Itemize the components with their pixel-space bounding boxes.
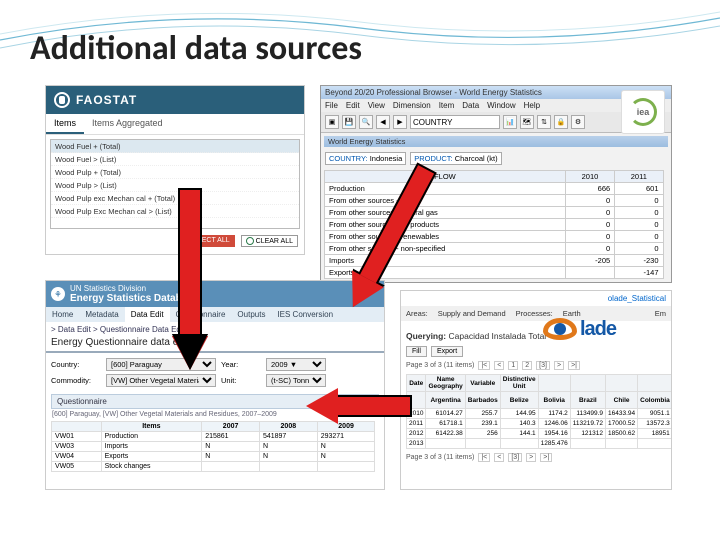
breadcrumb: > Data Edit > Questionnaire Data Edit [46,322,384,337]
dim-product[interactable]: PRODUCT: Charcoal (kt) [410,152,501,165]
window-titlebar: Beyond 20/20 Professional Browser - Worl… [321,86,671,99]
menu-dimension[interactable]: Dimension [393,101,431,110]
list-item[interactable]: Wood Fuel > (List) [51,153,299,166]
table-row: VW03ImportsNNN [52,442,375,452]
faostat-header: FAOSTAT [46,86,304,114]
export-button[interactable]: Export [431,346,463,357]
table-row: 201261422.38256144.11954.1612131218500.6… [407,429,673,439]
table-row: 201061014.27255.7144.951174.2113499.9164… [407,409,673,419]
search-icon[interactable]: 🔍 [359,115,373,129]
faostat-tabs: Items Items Aggregated [46,114,304,135]
open-icon[interactable]: ▣ [325,115,339,129]
page-heading: Energy Questionnaire data edit [46,337,384,353]
tab-metadata[interactable]: Metadata [79,307,124,322]
map-icon[interactable]: 🗺 [520,115,534,129]
menu-item[interactable]: Item [439,101,455,110]
refresh-icon [246,237,254,245]
dimension-input[interactable] [410,115,500,129]
unit-select[interactable]: (t-SC) Tonn [266,374,326,387]
commodity-label: Commodity: [51,376,101,385]
list-item[interactable]: Wood Pulp + (Total) [51,166,299,179]
un-logo-icon: ⚘ [51,287,65,301]
olade-logo: lade [543,311,663,347]
fill-button[interactable]: Fill [406,346,427,357]
table-row: VW05Stock changes [52,462,375,472]
menu-file[interactable]: File [325,101,338,110]
save-icon[interactable]: 💾 [342,115,356,129]
fao-logo-icon [54,92,70,108]
faostat-tab-aggregated[interactable]: Items Aggregated [84,114,171,134]
tab-dataedit[interactable]: Data Edit [125,307,170,322]
next-icon[interactable]: ▶ [393,115,407,129]
menubar[interactable]: File Edit View Dimension Item Data Windo… [321,99,671,112]
tab-iesconv[interactable]: IES Conversion [271,307,339,322]
list-item[interactable]: Wood Fuel + (Total) [51,140,299,153]
iea-logo: iea [621,90,665,134]
pager-top[interactable]: Page 3 of 3 (11 items) |< < 1 2 [3] > >| [401,359,671,372]
menu-data[interactable]: Data [462,101,479,110]
lock-icon[interactable]: 🔒 [554,115,568,129]
col-year: 2011 [615,171,663,183]
clear-all-button[interactable]: CLEAR ALL [241,235,298,247]
year-label: Year: [221,360,261,369]
filter-form: Country: [600] Paraguay Year: 2009 ▼ Com… [46,353,384,392]
arrow-olade-to-unstats [306,388,416,424]
olade-logo-text: lade [580,318,616,341]
settings-icon[interactable]: ⚙ [571,115,585,129]
olade-login-link[interactable]: olade_Statistical [401,291,671,306]
faostat-tab-items[interactable]: Items [46,114,84,134]
unit-label: Unit: [221,376,261,385]
country-label: Country: [51,360,101,369]
table-row: VW01Production215861541897293271 [52,432,375,442]
slide-title: Additional data sources [30,28,362,69]
toolbar: ▣ 💾 🔍 ◀ ▶ 📊 🗺 ⇅ 🔒 ⚙ [321,112,671,133]
menu-view[interactable]: View [368,101,385,110]
table-row: 20131285.476 [407,439,673,449]
col-year: 2010 [565,171,614,183]
unstats-table: Items200720082009 VW01Production21586154… [51,421,375,472]
arrow-faostat-to-unstats [172,188,208,378]
unstats-panel: ⚘ UN Statistics Division Energy Statisti… [45,280,385,490]
chart-icon[interactable]: 📊 [503,115,517,129]
tab-outputs[interactable]: Outputs [231,307,271,322]
sort-icon[interactable]: ⇅ [537,115,551,129]
menu-edit[interactable]: Edit [346,101,360,110]
iea-logo-icon: iea [629,98,657,126]
table-row: 201161718.1239.1140.31246.06113219.72170… [407,419,673,429]
faostat-brand: FAOSTAT [76,93,137,107]
olade-eye-icon [543,318,577,340]
pager-bottom[interactable]: Page 3 of 3 (11 items) |< < [3] > >| [401,451,671,464]
year-select[interactable]: 2009 ▼ [266,358,326,371]
table-row: VW04ExportsNNN [52,452,375,462]
tab-home[interactable]: Home [46,307,79,322]
olade-panel: olade_Statistical Areas: Supply and Dema… [400,290,672,490]
unstats-tabs: Home Metadata Data Edit Questionnaire Ou… [46,307,384,322]
menu-window[interactable]: Window [487,101,515,110]
menu-help[interactable]: Help [524,101,540,110]
olade-data-table: Date Name Geography Variable Distinctive… [406,374,672,449]
prev-icon[interactable]: ◀ [376,115,390,129]
